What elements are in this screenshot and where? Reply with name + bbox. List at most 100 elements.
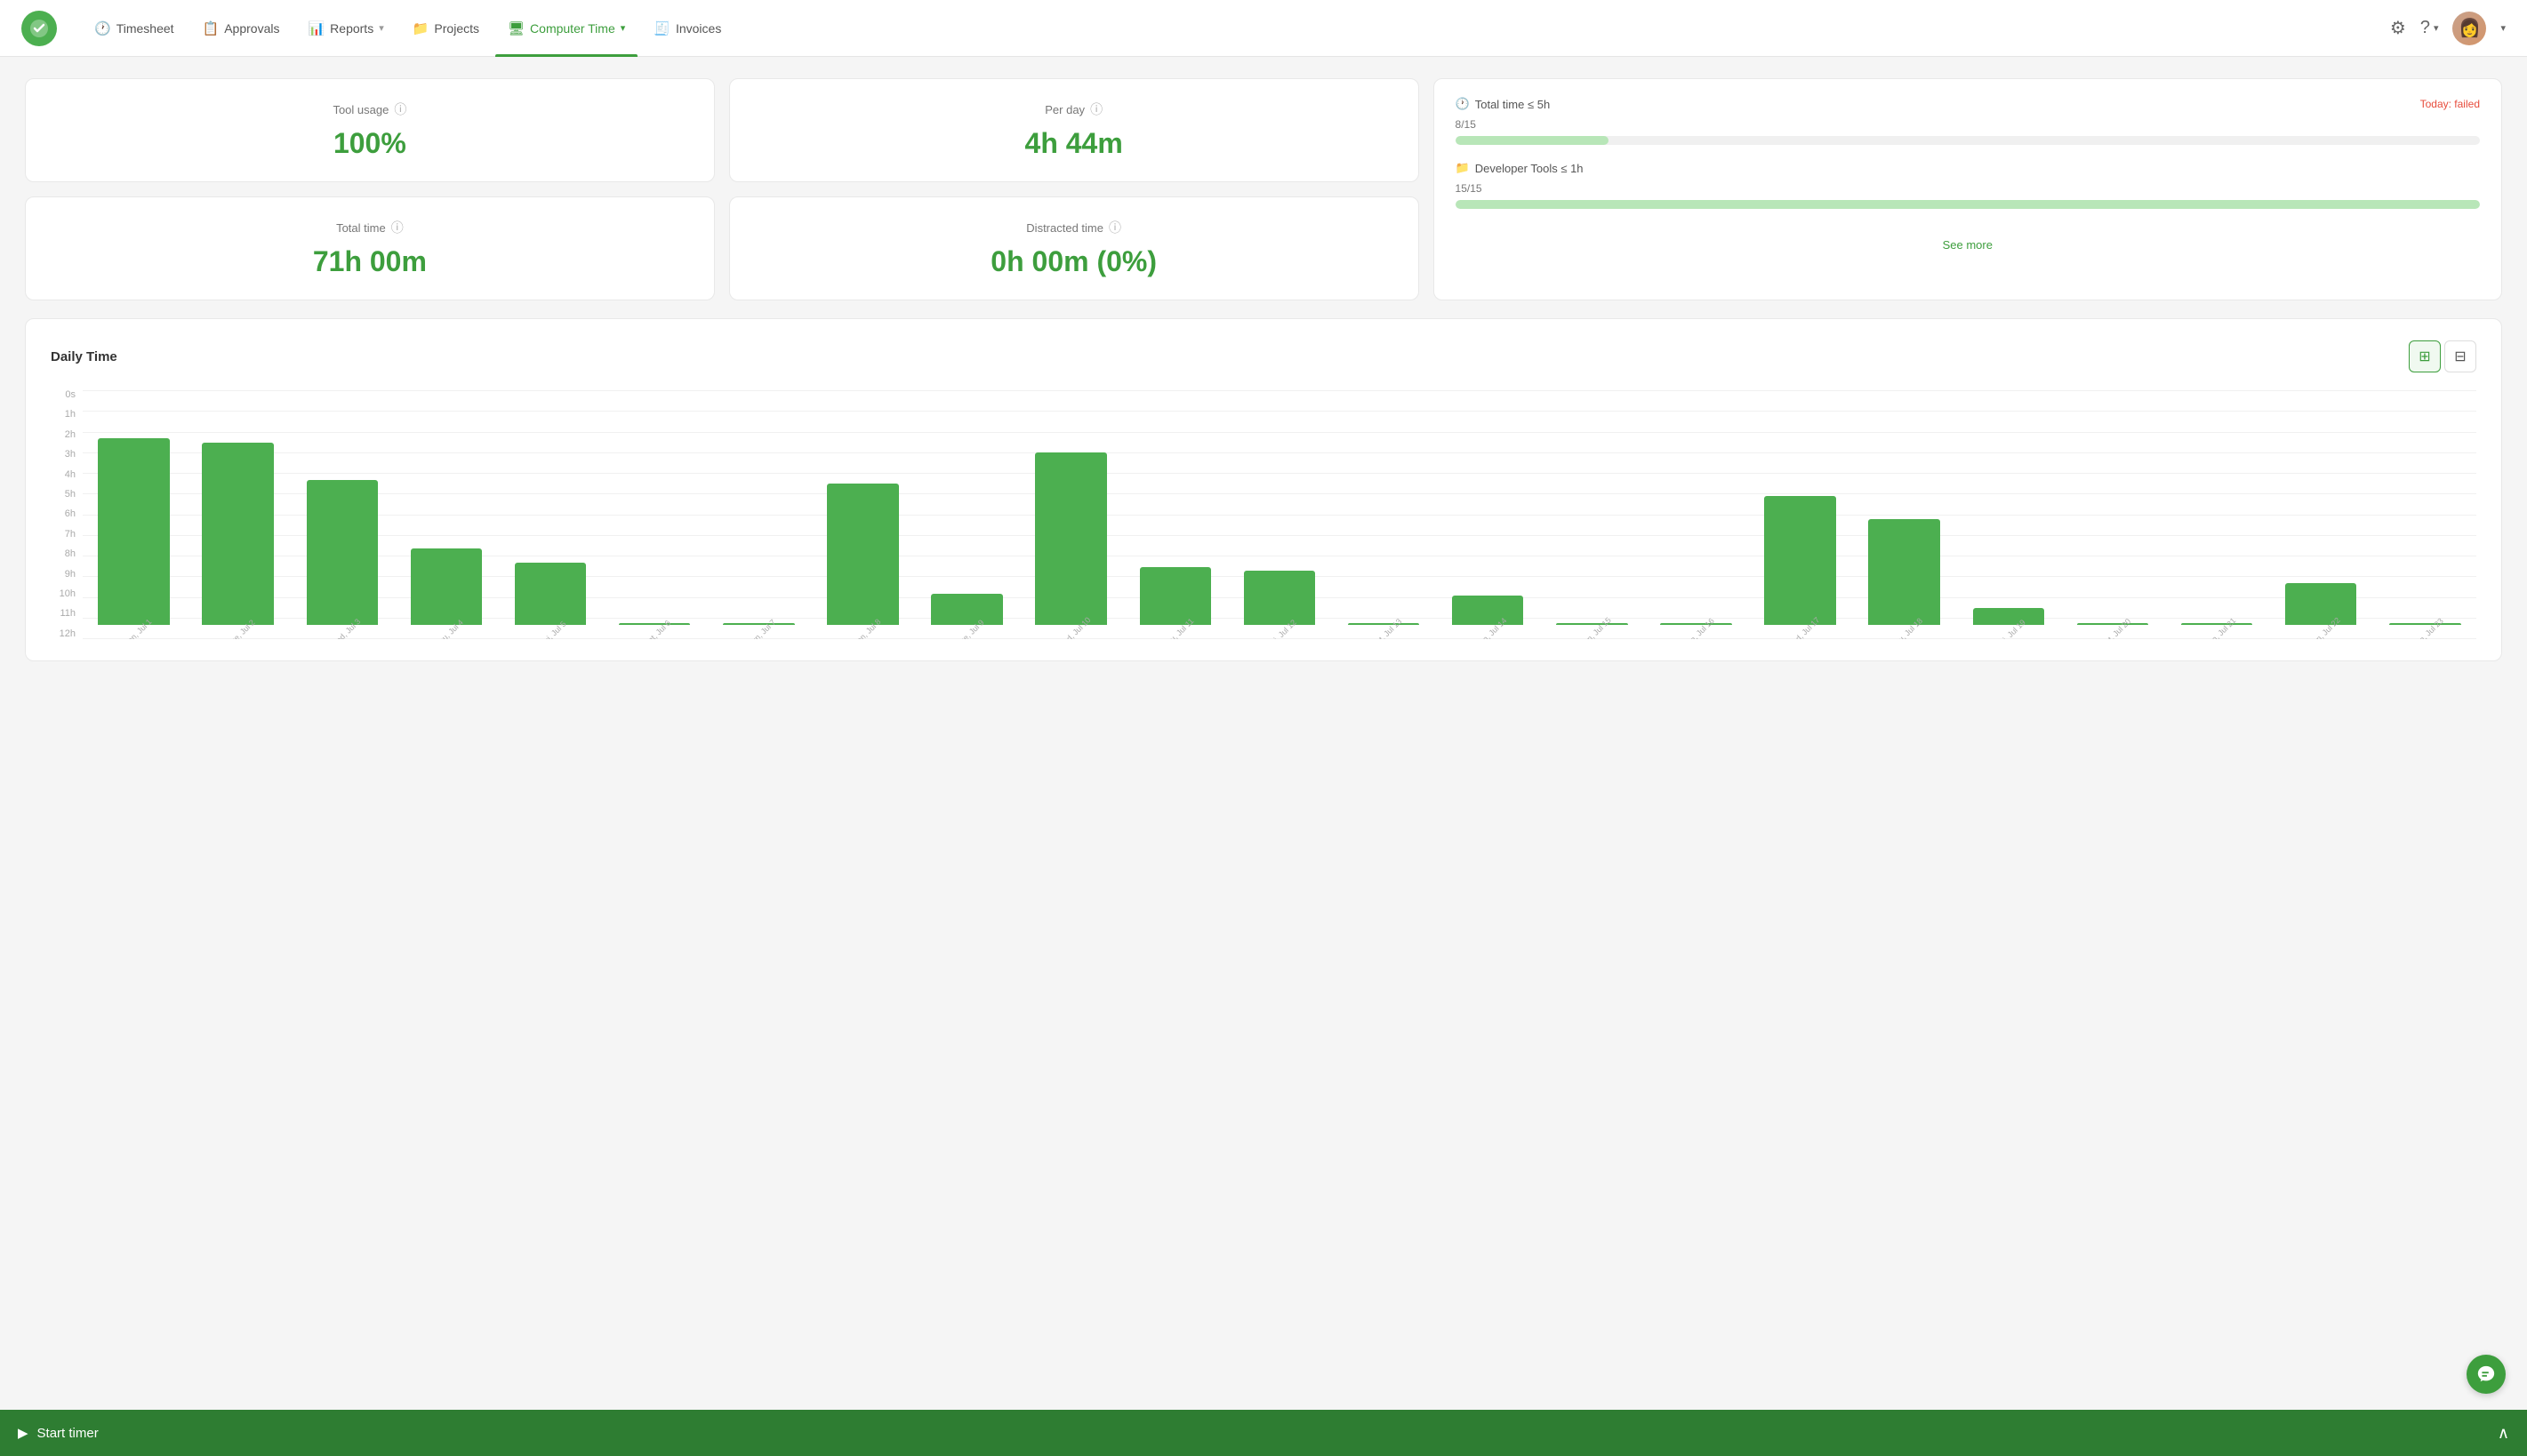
y-axis-label: 3h [51, 450, 76, 460]
bar-label: Sat, Jul 20 [2099, 617, 2132, 639]
total-time-info-icon[interactable]: ⓘ [391, 219, 404, 236]
chart-bar-view-button[interactable]: ⊞ [2409, 340, 2441, 372]
bar-col[interactable]: Wed, Jul 3 [291, 480, 393, 639]
settings-icon: ⚙ [2390, 17, 2406, 39]
metric-tool-usage: Tool usage ⓘ 100% [25, 78, 715, 182]
distracted-time-info-icon[interactable]: ⓘ [1109, 219, 1121, 236]
bar [827, 484, 899, 625]
bar [2285, 583, 2357, 625]
bar-col[interactable]: Sun, Jul 14 [1437, 596, 1539, 639]
nav-item-timesheet[interactable]: 🕐 Timesheet [82, 0, 187, 57]
bar-col[interactable]: Fri, Jul 19 [1957, 608, 2059, 639]
y-axis-label: 6h [51, 509, 76, 519]
bar [2389, 623, 2461, 625]
bar [2181, 623, 2253, 625]
goal-developer-tools-count: 15/15 [1456, 182, 2480, 195]
bar-col[interactable]: Thu, Jul 11 [1124, 567, 1226, 639]
metric-tool-usage-label: Tool usage ⓘ [333, 100, 406, 118]
y-axis-label: 12h [51, 629, 76, 639]
bar [307, 480, 379, 625]
metric-total-time-label: Total time ⓘ [336, 219, 404, 236]
goal-total-time: 🕐 Total time ≤ 5h Today: failed 8/15 [1456, 97, 2480, 145]
bar [1140, 567, 1212, 625]
nav-item-approvals[interactable]: 📋 Approvals [190, 0, 293, 57]
bar-col[interactable]: Tue, Jul 23 [2374, 623, 2476, 639]
bar-col[interactable]: Thu, Jul 4 [395, 548, 497, 639]
start-timer-button[interactable]: ▶ Start timer [18, 1425, 99, 1441]
per-day-info-icon[interactable]: ⓘ [1090, 100, 1103, 118]
bar-col[interactable]: Tue, Jul 2 [187, 443, 289, 639]
chart-grid-view-button[interactable]: ⊟ [2444, 340, 2476, 372]
bar-col[interactable]: Tue, Jul 9 [916, 594, 1018, 639]
bar-label: Tue, Jul 23 [2411, 616, 2445, 639]
y-axis-label: 4h [51, 470, 76, 480]
invoices-icon: 🧾 [654, 20, 670, 36]
y-axis-label: 0s [51, 390, 76, 400]
metric-per-day: Per day ⓘ 4h 44m [729, 78, 1419, 182]
see-more-link[interactable]: See more [1943, 238, 1993, 252]
bar [515, 563, 587, 625]
metric-per-day-value: 4h 44m [1025, 127, 1123, 160]
bar-label: Mon, Jul 15 [1577, 616, 1613, 639]
goal-total-time-progress-fill [1456, 136, 1609, 145]
bar-col[interactable]: Thu, Jul 18 [1853, 519, 1955, 639]
chart-bars-row: Mon, Jul 1Tue, Jul 2Wed, Jul 3Thu, Jul 4… [83, 390, 2476, 639]
nav-item-computer-time[interactable]: 🖥 Computer Time ▾ [495, 0, 638, 57]
projects-icon: 📁 [413, 20, 429, 36]
goal-total-time-progress-bar [1456, 136, 2480, 145]
bar-col[interactable]: Mon, Jul 15 [1541, 623, 1643, 639]
nav-item-invoices[interactable]: 🧾 Invoices [641, 0, 734, 57]
nav-items: 🕐 Timesheet 📋 Approvals 📊 Reports ▾ 📁 Pr… [82, 0, 2390, 57]
bar-col[interactable]: Sat, Jul 20 [2061, 623, 2163, 639]
chart-card: Daily Time ⊞ ⊟ 12h11h10h9h8h7h6h5h4h3h2h… [25, 318, 2502, 661]
goal-developer-tools: 📁 Developer Tools ≤ 1h 15/15 [1456, 161, 2480, 209]
expand-timer-button[interactable]: ∧ [2498, 1424, 2509, 1443]
bar [1868, 519, 1940, 625]
nav-item-reports[interactable]: 📊 Reports ▾ [295, 0, 396, 57]
bar-col[interactable]: Tue, Jul 16 [1645, 623, 1747, 639]
logo[interactable] [21, 11, 57, 46]
folder-icon: 📁 [1456, 161, 1470, 175]
bar-label: Sat, Jul 6 [643, 619, 673, 639]
help-dropdown-icon: ▾ [2434, 22, 2439, 34]
avatar-dropdown-icon[interactable]: ▾ [2500, 22, 2506, 34]
tool-usage-info-icon[interactable]: ⓘ [394, 100, 406, 118]
bar [202, 443, 274, 625]
metric-distracted-time-value: 0h 00m (0%) [991, 245, 1157, 278]
bar-col[interactable]: Mon, Jul 8 [812, 484, 914, 639]
computer-time-dropdown-icon: ▾ [621, 22, 626, 34]
nav-right: ⚙ ? ▾ 👩 ▾ [2390, 12, 2506, 45]
bar-chart-container: 12h11h10h9h8h7h6h5h4h3h2h1h0s Mon, Jul 1… [51, 390, 2476, 639]
bar-col[interactable]: Mon, Jul 1 [83, 438, 185, 639]
bar [1556, 623, 1628, 625]
bar-col[interactable]: Sat, Jul 13 [1333, 623, 1435, 639]
metric-per-day-label: Per day ⓘ [1045, 100, 1103, 118]
bar-col[interactable]: Fri, Jul 5 [500, 563, 602, 639]
bar [1764, 496, 1836, 625]
y-axis-label: 9h [51, 570, 76, 580]
bar [1452, 596, 1524, 625]
goals-card: 🕐 Total time ≤ 5h Today: failed 8/15 📁 D… [1433, 78, 2502, 300]
avatar[interactable]: 👩 [2452, 12, 2486, 45]
bar-label: Sat, Jul 13 [1370, 617, 1403, 639]
y-axis-label: 10h [51, 589, 76, 599]
reports-dropdown-icon: ▾ [379, 22, 384, 34]
bar-col[interactable]: Sun, Jul 21 [2166, 623, 2268, 639]
settings-button[interactable]: ⚙ [2390, 17, 2406, 39]
bar-chart-icon: ⊞ [2419, 348, 2430, 365]
nav-item-projects[interactable]: 📁 Projects [400, 0, 492, 57]
see-more: See more [1456, 225, 2480, 253]
bar-col[interactable]: Sun, Jul 7 [708, 623, 810, 639]
expand-icon: ∧ [2498, 1424, 2509, 1442]
bar-label: Sun, Jul 7 [746, 618, 777, 639]
bar-col[interactable]: Wed, Jul 17 [1749, 496, 1851, 639]
navbar: 🕐 Timesheet 📋 Approvals 📊 Reports ▾ 📁 Pr… [0, 0, 2527, 57]
goal-developer-tools-progress-fill [1456, 200, 2480, 209]
bar-col[interactable]: Wed, Jul 10 [1020, 452, 1122, 639]
chat-bubble[interactable] [2467, 1355, 2506, 1394]
chart-title: Daily Time [51, 349, 117, 364]
help-button[interactable]: ? ▾ [2420, 18, 2439, 38]
bar-col[interactable]: Fri, Jul 12 [1228, 571, 1330, 639]
bar-col[interactable]: Sat, Jul 6 [604, 623, 706, 639]
bar-col[interactable]: Mon, Jul 22 [2270, 583, 2372, 639]
